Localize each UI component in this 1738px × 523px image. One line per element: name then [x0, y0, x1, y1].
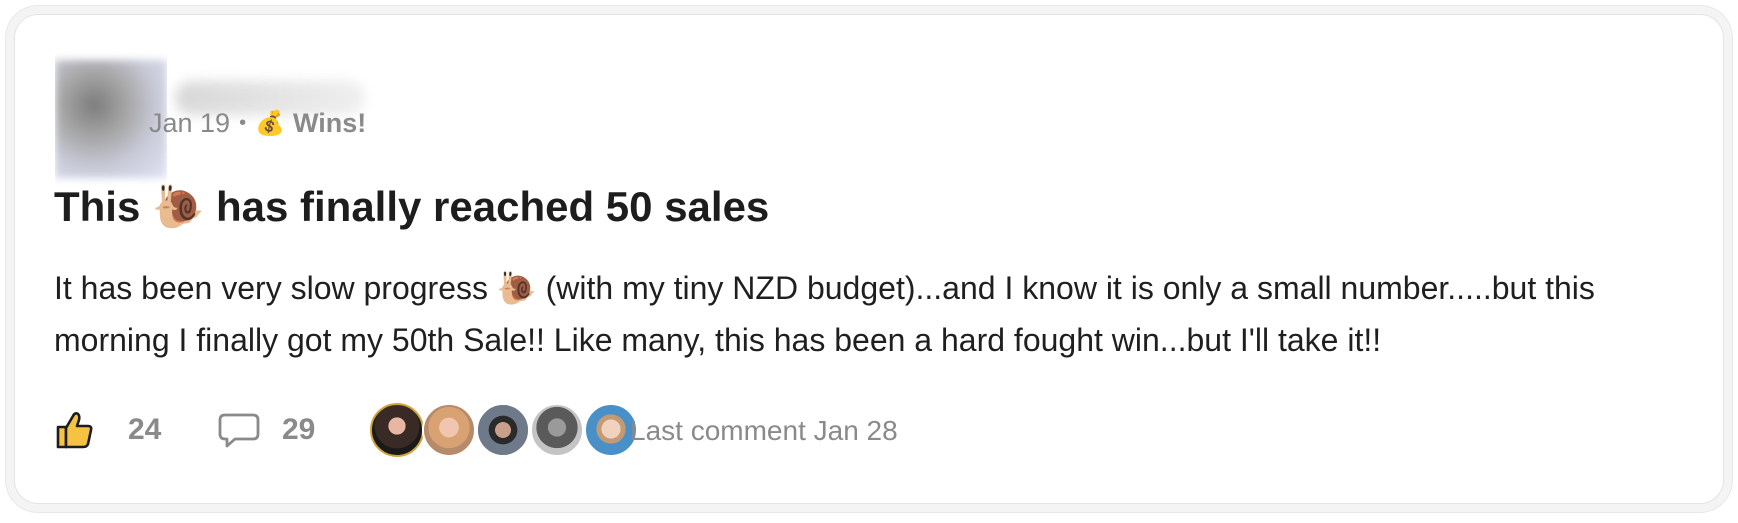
post-meta: Jan 19 • 💰 Wins! [149, 108, 366, 139]
commenter-avatars[interactable] [370, 403, 670, 459]
comment-bubble-icon[interactable] [217, 409, 261, 451]
post-date: Jan 19 [149, 108, 231, 138]
post-footer: 24 29 Last comment Jan 28 [54, 401, 1154, 459]
post-title[interactable]: This 🐌 has finally reached 50 sales [54, 183, 769, 232]
meta-separator: • [239, 112, 247, 134]
post-body: It has been very slow progress 🐌 (with m… [54, 270, 1595, 358]
commenter-avatar[interactable] [476, 403, 530, 457]
money-bag-icon: 💰 [255, 110, 285, 137]
commenter-avatar[interactable] [530, 403, 584, 457]
comment-count: 29 [282, 413, 316, 446]
last-comment-date[interactable]: Last comment Jan 28 [630, 415, 898, 447]
post-card[interactable]: Jan 19 • 💰 Wins! This 🐌 has finally reac… [14, 14, 1724, 504]
commenter-avatar[interactable] [422, 403, 476, 457]
like-count: 24 [128, 413, 162, 446]
thumbs-up-icon[interactable] [54, 409, 96, 451]
category-label[interactable]: Wins! [293, 108, 366, 139]
commenter-avatar[interactable] [370, 403, 424, 457]
